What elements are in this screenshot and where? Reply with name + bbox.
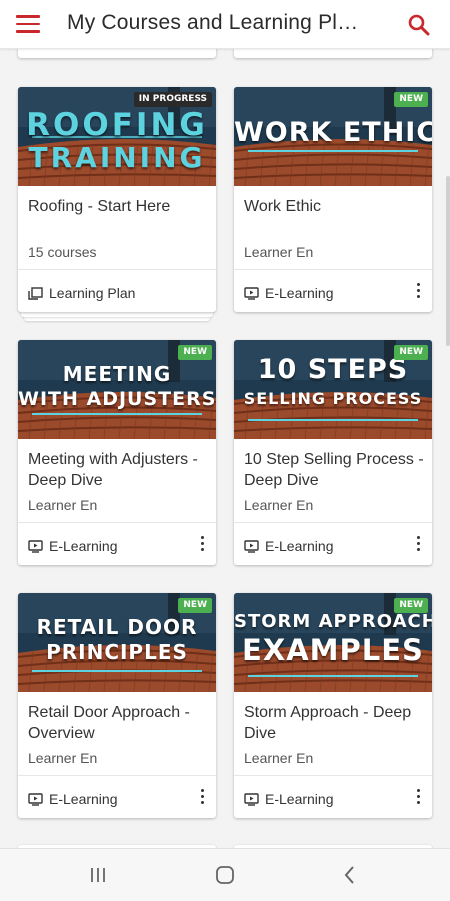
thumbnail-line: MEETING xyxy=(62,362,172,386)
course-title: Storm Approach - Deep Dive xyxy=(244,704,412,742)
course-type: E-Learning xyxy=(244,285,334,301)
thumbnail-line: WORK ETHIC xyxy=(234,117,432,148)
search-icon[interactable] xyxy=(406,12,432,38)
course-thumbnail: ROOFING TRAINING IN PROGRESS xyxy=(18,87,216,186)
card-divider xyxy=(18,269,216,270)
home-icon[interactable] xyxy=(213,863,237,887)
course-card[interactable]: WORK ETHIC NEW Work Ethic Learner En E-L… xyxy=(234,87,432,312)
thumbnail-line: STORM APPROACH xyxy=(234,611,432,632)
course-card[interactable]: RETAIL DOOR PRINCIPLES NEW Retail Door A… xyxy=(18,593,216,818)
course-language: Learner En xyxy=(244,750,314,766)
course-card[interactable]: ROOFING TRAINING IN PROGRESS Roofing - S… xyxy=(18,87,216,312)
course-thumbnail: WORK ETHIC NEW xyxy=(234,87,432,186)
status-badge: NEW xyxy=(394,345,428,360)
more-options-icon[interactable] xyxy=(414,789,422,807)
course-thumbnail: STORM APPROACH EXAMPLES NEW xyxy=(234,593,432,692)
course-language: Learner En xyxy=(244,244,314,260)
course-language: Learner En xyxy=(244,497,314,513)
course-type: E-Learning xyxy=(244,538,334,554)
card-divider xyxy=(18,775,216,776)
course-card-partial[interactable] xyxy=(234,48,432,58)
status-badge: IN PROGRESS xyxy=(133,92,212,107)
course-card[interactable]: 10 STEPS SELLING PROCESS NEW 10 Step Sel… xyxy=(234,340,432,565)
more-options-icon[interactable] xyxy=(198,536,206,554)
thumbnail-line: EXAMPLES xyxy=(242,633,424,667)
course-language: Learner En xyxy=(28,497,98,513)
system-nav-bar xyxy=(0,848,450,901)
course-thumbnail: RETAIL DOOR PRINCIPLES NEW xyxy=(18,593,216,692)
course-title: Meeting with Adjusters - Deep Dive xyxy=(28,451,198,489)
course-type-label: E-Learning xyxy=(265,791,334,807)
status-badge: NEW xyxy=(394,598,428,613)
hamburger-menu-icon[interactable] xyxy=(16,15,40,33)
card-divider xyxy=(234,522,432,523)
status-badge: NEW xyxy=(178,598,212,613)
course-language: Learner En xyxy=(28,750,98,766)
thumbnail-line: TRAINING xyxy=(28,141,206,174)
course-card[interactable]: STORM APPROACH EXAMPLES NEW Storm Approa… xyxy=(234,593,432,818)
app-bar: My Courses and Learning Pl… xyxy=(0,0,450,49)
status-badge: NEW xyxy=(394,92,428,107)
page-title: My Courses and Learning Pl… xyxy=(67,11,359,34)
scrollbar[interactable] xyxy=(446,176,450,346)
recent-apps-icon[interactable] xyxy=(86,863,110,887)
card-divider xyxy=(234,269,432,270)
elearning-icon xyxy=(244,792,259,806)
card-divider xyxy=(18,522,216,523)
thumbnail-line: SELLING PROCESS xyxy=(243,389,423,408)
course-type: E-Learning xyxy=(28,538,118,554)
thumbnail-line: ROOFING xyxy=(26,107,208,143)
thumbnail-line: PRINCIPLES xyxy=(46,640,188,664)
course-title: Roofing - Start Here xyxy=(28,198,171,215)
course-card[interactable]: MEETING WITH ADJUSTERS NEW Meeting with … xyxy=(18,340,216,565)
course-type-label: E-Learning xyxy=(49,538,118,554)
course-type-label: E-Learning xyxy=(49,791,118,807)
course-grid: ROOFING TRAINING IN PROGRESS Roofing - S… xyxy=(0,48,450,848)
more-options-icon[interactable] xyxy=(414,283,422,301)
thumbnail-line: WITH ADJUSTERS xyxy=(18,388,216,410)
course-thumbnail: MEETING WITH ADJUSTERS NEW xyxy=(18,340,216,439)
course-type: Learning Plan xyxy=(28,285,135,301)
course-card-partial[interactable] xyxy=(18,48,216,58)
course-type: E-Learning xyxy=(28,791,118,807)
thumbnail-line: RETAIL DOOR xyxy=(36,615,198,639)
more-options-icon[interactable] xyxy=(414,536,422,554)
course-title: 10 Step Selling Process - Deep Dive xyxy=(244,451,424,489)
back-icon[interactable] xyxy=(338,863,362,887)
course-title: Work Ethic xyxy=(244,198,322,215)
course-thumbnail: 10 STEPS SELLING PROCESS NEW xyxy=(234,340,432,439)
elearning-icon xyxy=(244,286,259,300)
course-type-label: E-Learning xyxy=(265,538,334,554)
elearning-icon xyxy=(244,539,259,553)
learning-plan-icon xyxy=(28,286,43,300)
elearning-icon xyxy=(28,792,43,806)
more-options-icon[interactable] xyxy=(198,789,206,807)
elearning-icon xyxy=(28,539,43,553)
course-count: 15 courses xyxy=(28,244,97,260)
course-type: E-Learning xyxy=(244,791,334,807)
course-title: Retail Door Approach - Overview xyxy=(28,704,190,742)
card-divider xyxy=(234,775,432,776)
course-type-label: E-Learning xyxy=(265,285,334,301)
course-type-label: Learning Plan xyxy=(49,285,136,301)
status-badge: NEW xyxy=(178,345,212,360)
